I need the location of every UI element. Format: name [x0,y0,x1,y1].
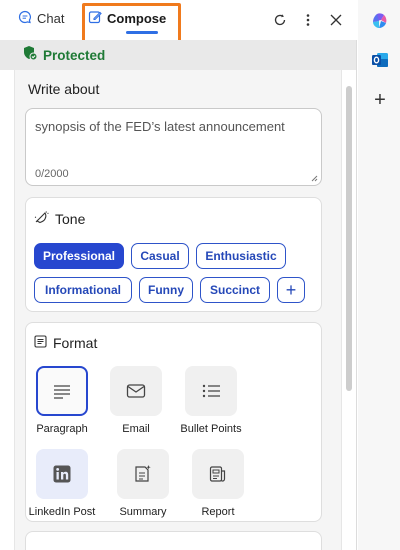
format-option-report[interactable]: Report [179,449,257,518]
format-label-report: Report [201,506,235,518]
tab-chat-label: Chat [37,11,65,26]
paragraph-icon [36,366,88,416]
copilot-panel: Chat Compose Protected Write about synop [0,0,357,550]
copilot-icon[interactable] [371,12,389,30]
tone-icon [34,210,49,228]
format-option-linkedin-post[interactable]: LinkedIn Post [23,449,101,518]
format-label-summary: Summary [119,506,167,518]
refresh-icon[interactable] [271,11,289,29]
format-label-paragraph: Paragraph [36,423,88,435]
tone-chip-funny[interactable]: Funny [139,277,193,303]
format-option-paragraph[interactable]: Paragraph [23,366,101,435]
format-option-bullet-points[interactable]: Bullet Points [172,366,250,435]
character-counter: 0/2000 [35,168,69,180]
next-options-card [25,531,322,550]
format-option-summary[interactable]: Summary [104,449,182,518]
bullet-list-icon [185,366,237,416]
format-option-email[interactable]: Email [97,366,175,435]
shield-check-icon [22,45,38,66]
write-about-input[interactable]: synopsis of the FED’s latest announcemen… [25,108,322,186]
tone-chip-succinct[interactable]: Succinct [200,277,270,303]
protected-label: Protected [43,47,106,63]
more-icon[interactable] [299,11,317,29]
protected-banner: Protected [0,40,356,70]
format-title: Format [53,335,98,351]
panel-header: Chat Compose [0,0,357,47]
tone-chip-enthusiastic[interactable]: Enthusiastic [196,243,286,269]
format-label-email: Email [122,423,150,435]
add-icon[interactable]: + [371,89,389,111]
summary-icon [117,449,169,499]
close-icon[interactable] [327,11,345,29]
write-about-value: synopsis of the FED’s latest announcemen… [35,119,285,134]
tab-chat[interactable]: Chat [18,10,64,27]
tone-header: Tone [34,210,85,228]
format-label-linkedin-post: LinkedIn Post [28,506,96,518]
tone-chip-professional[interactable]: Professional [34,243,124,269]
format-header: Format [34,335,97,351]
tone-card: Tone Professional Casual Enthusiastic In… [25,197,322,312]
app-rail: + [358,0,400,550]
tone-chip-informational[interactable]: Informational [34,277,132,303]
tone-title: Tone [55,211,86,227]
write-about-label: Write about [28,81,100,97]
panel-scrollbar[interactable] [346,86,352,391]
format-icon [34,335,47,351]
format-card: Format Paragraph Email Bullet Points Lin… [25,322,322,522]
chat-icon [18,10,32,27]
tone-chip-casual[interactable]: Casual [131,243,189,269]
outlook-icon[interactable] [371,51,389,69]
report-icon [192,449,244,499]
add-tone-button[interactable]: + [277,277,305,303]
linkedin-icon [36,449,88,499]
format-label-bullet-points: Bullet Points [180,423,242,435]
email-icon [110,366,162,416]
resize-grip-icon[interactable] [310,174,318,182]
